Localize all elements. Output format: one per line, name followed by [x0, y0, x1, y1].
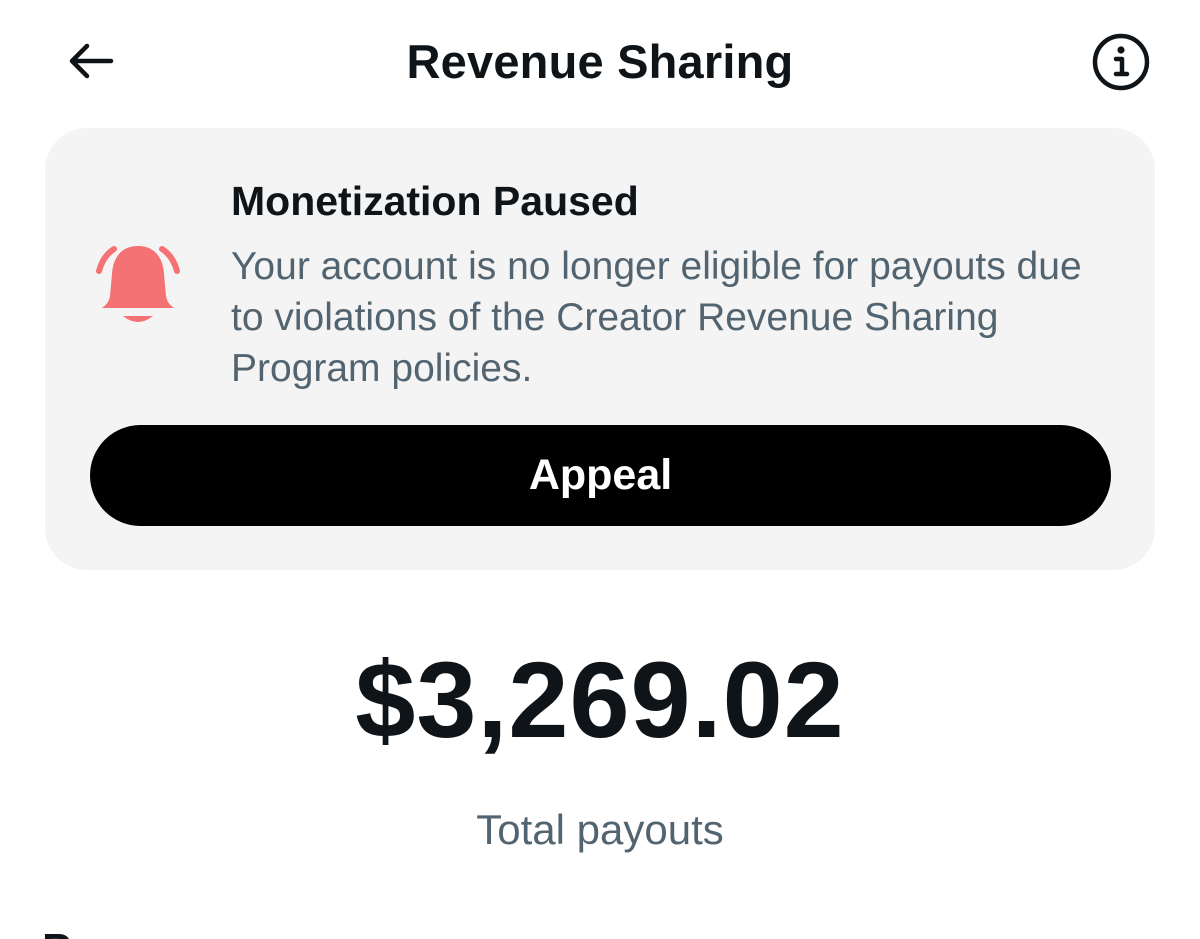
info-button[interactable] [1090, 32, 1152, 92]
total-payouts-amount: $3,269.02 [355, 639, 845, 760]
appeal-button[interactable]: Appeal [90, 425, 1111, 526]
alert-message: Your account is no longer eligible for p… [231, 245, 1082, 390]
page-title: Revenue Sharing [406, 35, 794, 88]
header: Revenue Sharing [0, 0, 1200, 120]
info-circle-icon [1092, 33, 1150, 91]
alert-title: Monetization Paused [231, 178, 639, 224]
bell-ringing-icon [96, 246, 180, 322]
revenue-sharing-screen: Revenue Sharing Monetization Paused Your… [0, 0, 1200, 939]
total-payouts-label: Total payouts [476, 806, 724, 853]
next-section-heading-partial: P [42, 925, 71, 939]
